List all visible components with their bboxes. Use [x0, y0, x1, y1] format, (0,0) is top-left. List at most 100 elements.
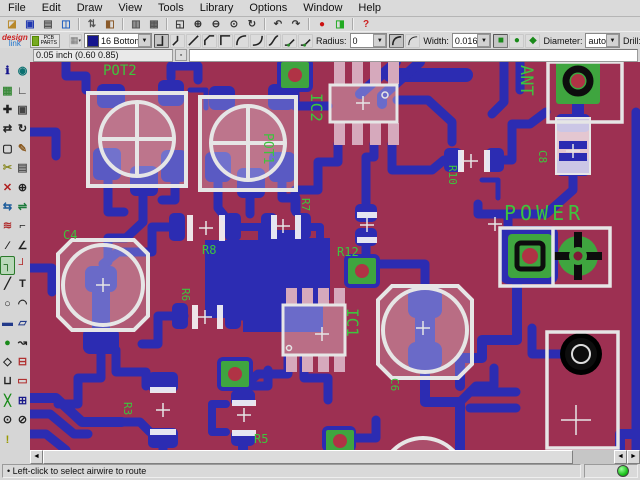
- scrollbar-track[interactable]: [573, 450, 614, 464]
- group-tool[interactable]: ▢: [0, 140, 15, 159]
- pcb-canvas[interactable]: POT2POT1IC2ANTR10C8POWERR7R12R8R6C4IC1C6…: [30, 62, 640, 450]
- move-tool[interactable]: ✚: [0, 101, 15, 120]
- menu-options[interactable]: Options: [241, 1, 295, 15]
- scroll-left-button-2[interactable]: ◄: [614, 450, 627, 464]
- bend-diagonal-icon[interactable]: [186, 34, 201, 48]
- menu-window[interactable]: Window: [295, 1, 350, 15]
- via-octagon-icon[interactable]: ◆: [525, 34, 540, 48]
- menu-draw[interactable]: Draw: [69, 1, 111, 15]
- dimension-tool[interactable]: ⊟: [15, 353, 30, 372]
- sheet-a-icon[interactable]: ▥: [127, 18, 145, 31]
- stop-icon[interactable]: ●: [313, 18, 331, 31]
- bend-45-end-icon[interactable]: [170, 34, 185, 48]
- arc-left-thin-icon[interactable]: [405, 34, 420, 48]
- delete-tool[interactable]: ✕: [0, 178, 15, 197]
- grid-button[interactable]: ▦ ▾: [69, 34, 82, 48]
- zoom-select-icon[interactable]: ⊙: [225, 18, 243, 31]
- polygon-tool[interactable]: ▱: [15, 314, 30, 333]
- redo-icon[interactable]: ↷: [287, 18, 305, 31]
- wire-tool[interactable]: ╱: [0, 275, 15, 294]
- info-tool[interactable]: ℹ: [0, 62, 15, 81]
- open-icon[interactable]: ◪: [3, 18, 21, 31]
- smash-tool[interactable]: ≋: [0, 217, 15, 236]
- switch-editor-icon[interactable]: ⇅: [83, 18, 101, 31]
- copy-tool[interactable]: ▣: [15, 101, 30, 120]
- menu-edit[interactable]: Edit: [34, 1, 69, 15]
- menu-tools[interactable]: Tools: [150, 1, 192, 15]
- ripup-tool[interactable]: ┘: [15, 256, 30, 275]
- traffic-light-icon[interactable]: ◨: [331, 18, 349, 31]
- menu-file[interactable]: File: [0, 1, 34, 15]
- radius-dropdown-arrow[interactable]: ▼: [373, 34, 386, 47]
- sheet-b-icon[interactable]: ▦: [145, 18, 163, 31]
- menu-library[interactable]: Library: [192, 1, 242, 15]
- diameter-dropdown-arrow[interactable]: ▼: [606, 34, 619, 47]
- pcb-board[interactable]: POT2POT1IC2ANTR10C8POWERR7R12R8R6C4IC1C6…: [30, 62, 640, 450]
- paste-tool[interactable]: ▤: [15, 159, 30, 178]
- pinswap-tool[interactable]: ⇆: [0, 198, 15, 217]
- scroll-left-button[interactable]: ◄: [30, 450, 43, 464]
- arc-tool[interactable]: ◠: [15, 295, 30, 314]
- bend-45-start-icon[interactable]: [202, 34, 217, 48]
- miter-straight-icon[interactable]: [298, 34, 313, 48]
- horizontal-scrollbar[interactable]: ◄ ◄ ►: [30, 450, 640, 464]
- pad-tool[interactable]: ⊔: [0, 372, 15, 391]
- signal-tool[interactable]: ↝: [15, 333, 30, 352]
- menu-view[interactable]: View: [110, 1, 150, 15]
- via-tool[interactable]: ●: [0, 333, 15, 352]
- help-icon[interactable]: ?: [357, 18, 375, 31]
- optimize-tool[interactable]: ∠: [15, 237, 30, 256]
- pcb-parts-button[interactable]: PCB PARTS: [30, 34, 60, 48]
- diameter-select[interactable]: auto ▼: [585, 33, 620, 48]
- bend-arc-left-icon[interactable]: [234, 34, 249, 48]
- text-tool[interactable]: T: [15, 275, 30, 294]
- scrollbar-thumb[interactable]: [43, 450, 573, 464]
- circle-tool[interactable]: ○: [0, 295, 15, 314]
- errc-tool[interactable]: ⊘: [15, 411, 30, 430]
- use-library-icon[interactable]: ◧: [101, 18, 119, 31]
- errors-tool[interactable]: !: [0, 430, 15, 449]
- mirror-tool[interactable]: ⇄: [0, 120, 15, 139]
- miter-tool[interactable]: ⌐: [15, 217, 30, 236]
- zoom-out-icon[interactable]: ⊖: [207, 18, 225, 31]
- arc-left-bold-icon[interactable]: [389, 34, 404, 48]
- change-tool[interactable]: ✎: [15, 140, 30, 159]
- cut-tool[interactable]: ✂: [0, 159, 15, 178]
- print-icon[interactable]: ▤: [39, 18, 57, 31]
- mark-toggle-button[interactable]: ▫: [175, 49, 187, 61]
- save-icon[interactable]: ▣: [21, 18, 39, 31]
- zoom-redraw-icon[interactable]: ↻: [243, 18, 261, 31]
- display-tool[interactable]: ▦: [0, 81, 15, 100]
- via-round-icon[interactable]: ●: [509, 34, 524, 48]
- bend-corner-end-icon[interactable]: [154, 34, 169, 48]
- scroll-right-button[interactable]: ►: [627, 450, 640, 464]
- mark-tool[interactable]: ∟: [15, 81, 30, 100]
- smd-tool[interactable]: ▭: [15, 372, 30, 391]
- command-input[interactable]: [189, 49, 638, 62]
- rect-tool[interactable]: ▬: [0, 314, 15, 333]
- drc-tool[interactable]: ⊙: [0, 411, 15, 430]
- radius-select[interactable]: 0 ▼: [350, 33, 388, 48]
- gateswap-tool[interactable]: ⇌: [15, 198, 30, 217]
- bend-s-curve-icon[interactable]: [266, 34, 281, 48]
- split-tool[interactable]: ∕: [0, 237, 15, 256]
- layer-select[interactable]: 16 Bottom ▼: [84, 33, 152, 48]
- cam-processor-icon[interactable]: ◫: [57, 18, 75, 31]
- add-tool[interactable]: ⊕: [15, 178, 30, 197]
- route-tool[interactable]: ┐: [0, 256, 15, 275]
- zoom-in-icon[interactable]: ⊕: [189, 18, 207, 31]
- ratsnest-tool[interactable]: ╳: [0, 392, 15, 411]
- auto-tool[interactable]: ⊞: [15, 392, 30, 411]
- via-square-icon[interactable]: ■: [493, 34, 508, 48]
- rotate-tool[interactable]: ↻: [15, 120, 30, 139]
- bend-arc-right-icon[interactable]: [250, 34, 265, 48]
- hole-tool[interactable]: ◇: [0, 353, 15, 372]
- layer-dropdown-arrow[interactable]: ▼: [138, 34, 151, 47]
- undo-icon[interactable]: ↶: [269, 18, 287, 31]
- width-dropdown-arrow[interactable]: ▼: [477, 34, 490, 47]
- width-select[interactable]: 0.016 ▼: [452, 33, 492, 48]
- menu-help[interactable]: Help: [350, 1, 389, 15]
- zoom-fit-icon[interactable]: ◱: [171, 18, 189, 31]
- show-tool[interactable]: ◉: [15, 62, 30, 81]
- miter-round-icon[interactable]: [282, 34, 297, 48]
